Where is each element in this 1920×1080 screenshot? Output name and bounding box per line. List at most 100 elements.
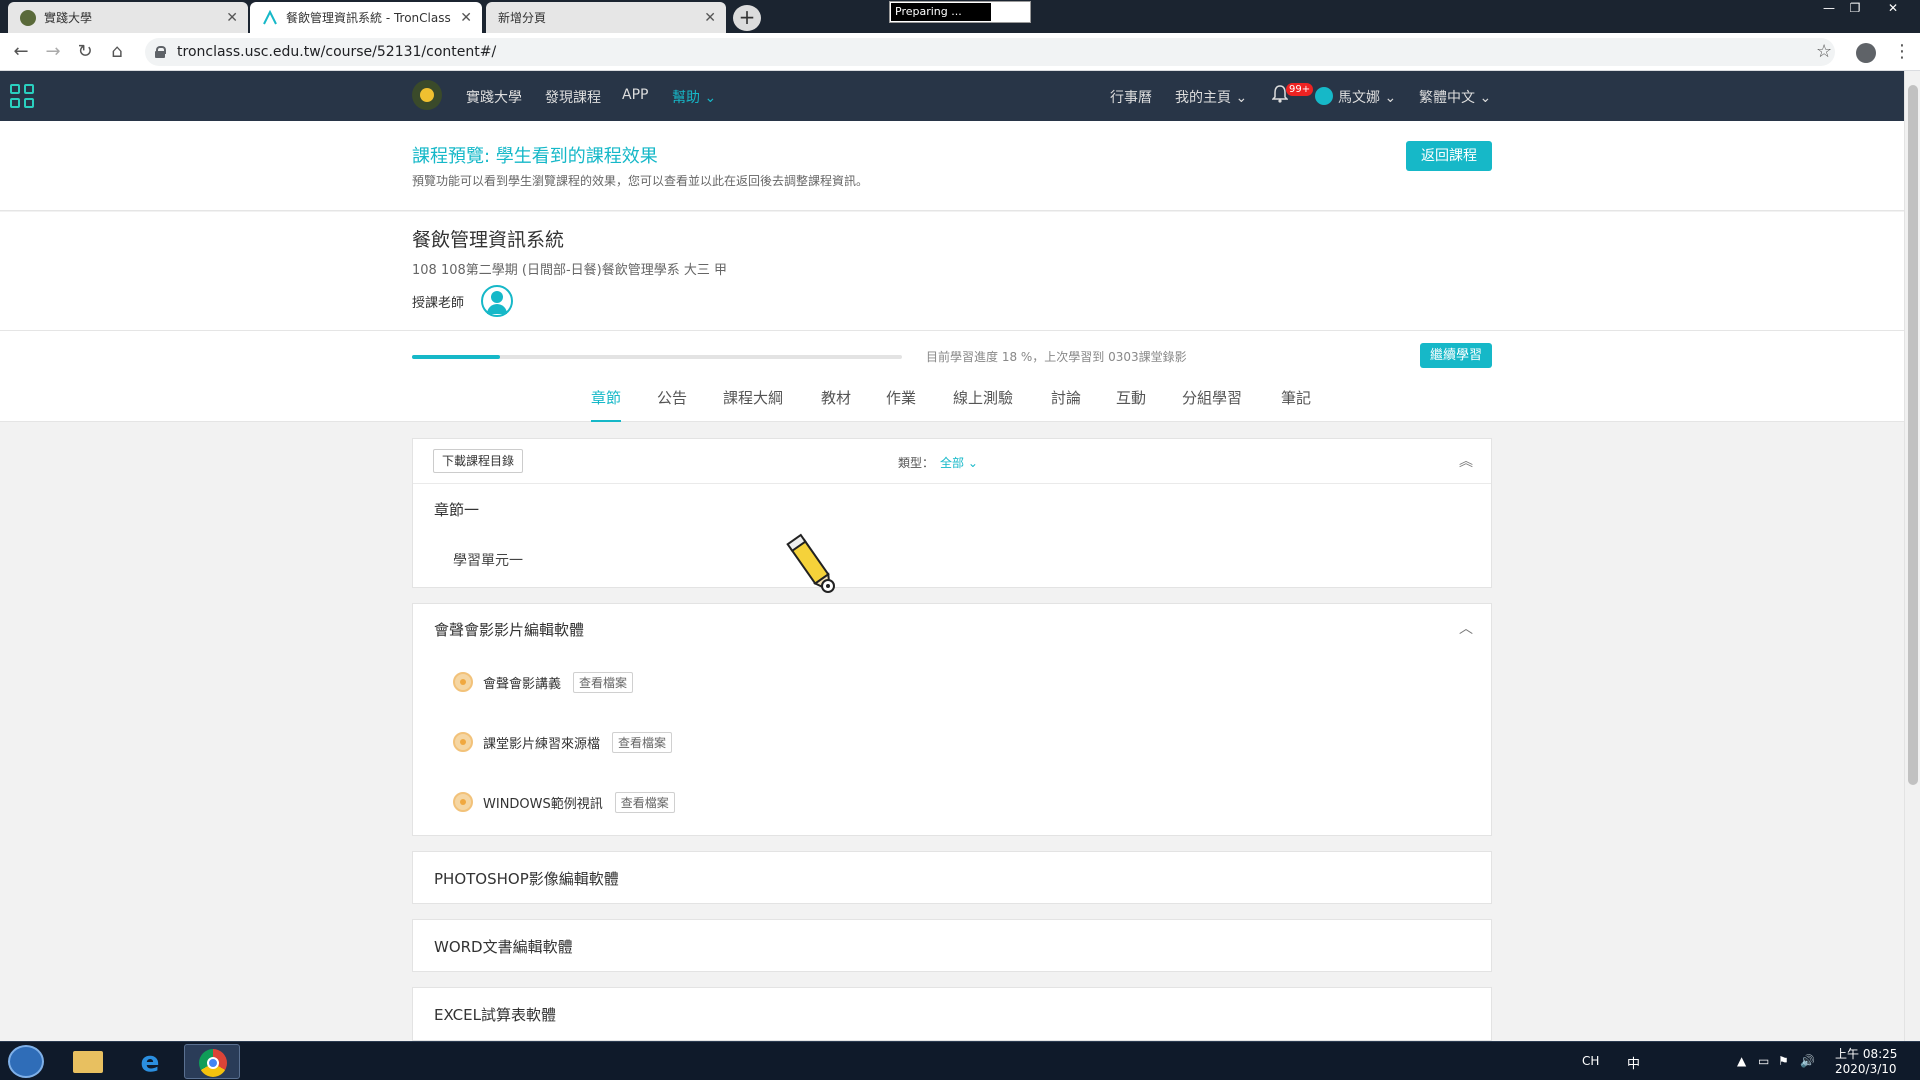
file-name[interactable]: WINDOWS範例視訊 [483, 793, 603, 812]
tab-syllabus[interactable]: 課程大綱 [723, 387, 783, 422]
back-arrow-icon[interactable]: ← [10, 41, 32, 63]
course-tabs: 章節 公告 課程大綱 教材 作業 線上測驗 討論 互動 分組學習 筆記 [0, 387, 1904, 422]
profile-icon[interactable] [1856, 43, 1876, 63]
view-file-button[interactable]: 查看檔案 [614, 791, 675, 813]
preview-description: 預覽功能可以看到學生瀏覽課程的效果，您可以查看並以此在返回後去調整課程資訊。 [412, 174, 869, 188]
volume-icon[interactable]: 🔊 [1800, 1054, 1815, 1068]
unit-title[interactable]: 學習單元一 [453, 550, 523, 570]
forward-arrow-icon[interactable]: → [42, 41, 64, 63]
tab-announcements[interactable]: 公告 [657, 387, 687, 422]
help-label: 幫助 [672, 90, 700, 106]
chapter-title[interactable]: 章節一 [434, 499, 479, 520]
reload-icon[interactable]: ↻ [74, 41, 96, 63]
tab-discussion[interactable]: 討論 [1051, 387, 1081, 422]
file-item[interactable]: 會聲會影講義 查看檔案 [453, 670, 634, 694]
network-icon[interactable]: ▭ [1758, 1054, 1769, 1068]
nav-link-discover[interactable]: 發現課程 [545, 87, 601, 107]
close-icon[interactable]: ✕ [704, 10, 716, 26]
input-lang[interactable]: CH [1582, 1054, 1599, 1068]
teacher-avatar[interactable] [481, 285, 513, 317]
pencil-cursor-icon [786, 533, 835, 593]
chevron-down-icon: ⌄ [1235, 90, 1248, 106]
chapter-panel-4[interactable]: WORD文書編輯軟體 [412, 919, 1492, 972]
nav-language-menu[interactable]: 繁體中文 ⌄ [1419, 87, 1491, 107]
address-bar-row: ← → ↻ ⌂ tronclass.usc.edu.tw/course/5213… [0, 33, 1920, 71]
chapter-panel-2: 會聲會影影片編輯軟體 ︿ 會聲會影講義 查看檔案 課堂影片練習來源檔 查看檔案 … [412, 603, 1492, 836]
chrome-icon[interactable] [184, 1044, 240, 1079]
nav-link-app[interactable]: APP [622, 87, 648, 103]
browser-tab-tronclass[interactable]: 餐飲管理資訊系統 - TronClass ✕ [250, 2, 482, 33]
teacher-label: 授課老師 [412, 296, 465, 311]
file-name[interactable]: 課堂影片練習來源檔 [483, 733, 600, 752]
browser-tab-title: 實踐大學 [44, 11, 93, 25]
chapter-title[interactable]: EXCEL試算表軟體 [434, 1004, 556, 1025]
chapter-panel-5[interactable]: EXCEL試算表軟體 [412, 987, 1492, 1041]
clock-date[interactable]: 2020/3/10 [1835, 1062, 1897, 1076]
nav-link-calendar[interactable]: 行事曆 [1110, 87, 1152, 107]
minimize-icon[interactable]: — [1816, 0, 1842, 18]
user-avatar[interactable] [1315, 87, 1333, 105]
download-catalog-button[interactable]: 下載課程目錄 [433, 449, 524, 473]
tab-group-learning[interactable]: 分組學習 [1182, 387, 1242, 422]
filter-select[interactable]: 全部 ⌄ [940, 454, 978, 471]
chevron-up-icon[interactable]: ︿ [1459, 618, 1473, 638]
file-icon [453, 732, 473, 752]
browser-tab-newtab[interactable]: 新增分頁 ✕ [486, 2, 726, 33]
url-field[interactable]: tronclass.usc.edu.tw/course/52131/conten… [145, 38, 1835, 66]
clock-time[interactable]: 上午 08:25 [1835, 1045, 1897, 1062]
file-explorer-icon[interactable] [60, 1044, 116, 1079]
file-item[interactable]: WINDOWS範例視訊 查看檔案 [453, 790, 675, 814]
course-header: 餐飲管理資訊系統 108 108第二學期 (日間部-日餐)餐飲管理學系 大三 甲… [0, 212, 1904, 422]
chapter-title[interactable]: 會聲會影影片編輯軟體 [434, 619, 584, 640]
usc-favicon-icon [20, 9, 36, 26]
lock-icon [155, 46, 166, 58]
nav-link-usc[interactable]: 實踐大學 [466, 87, 522, 107]
ime-mode[interactable]: 中 [1627, 1053, 1640, 1072]
home-icon[interactable]: ⌂ [106, 41, 128, 63]
collapse-all-icon[interactable]: ︽ [1459, 451, 1473, 471]
chapter-title[interactable]: WORD文書編輯軟體 [434, 936, 573, 957]
nav-link-my-home[interactable]: 我的主頁 ⌄ [1175, 87, 1247, 107]
browser-tab-usc[interactable]: 實踐大學 ✕ [8, 2, 248, 33]
close-icon[interactable]: ✕ [226, 10, 238, 26]
chevron-down-icon: ⌄ [704, 90, 717, 106]
chapter-panel-1: 下載課程目錄 類型： 全部 ⌄ ︽ 章節一 學習單元一 [412, 438, 1492, 588]
tab-homework[interactable]: 作業 [886, 387, 916, 422]
close-icon[interactable]: ✕ [460, 10, 472, 26]
view-file-button[interactable]: 查看檔案 [573, 671, 634, 693]
view-file-button[interactable]: 查看檔案 [612, 731, 673, 753]
tray-expand-icon[interactable]: ▲ [1737, 1054, 1746, 1068]
university-logo[interactable] [412, 80, 442, 110]
back-to-course-button[interactable]: 返回課程 [1406, 141, 1492, 171]
chapter-panel-3[interactable]: PHOTOSHOP影像編輯軟體 [412, 851, 1492, 904]
menu-dots-icon[interactable]: ⋮ [1893, 41, 1911, 62]
internet-explorer-icon[interactable]: e [122, 1044, 178, 1079]
star-icon[interactable]: ☆ [1816, 41, 1832, 62]
nav-link-help[interactable]: 幫助 ⌄ [672, 87, 716, 107]
windows-start-icon[interactable] [8, 1045, 44, 1078]
browser-tab-title: 餐飲管理資訊系統 - TronClass [286, 11, 451, 25]
browser-tab-title: 新增分頁 [498, 11, 547, 25]
restore-icon[interactable]: ❐ [1842, 0, 1868, 18]
tab-interaction[interactable]: 互動 [1116, 387, 1146, 422]
tab-notes[interactable]: 筆記 [1281, 387, 1311, 422]
site-nav: 實踐大學 發現課程 APP 幫助 ⌄ 行事曆 我的主頁 ⌄ 99+ 馬文娜 ⌄ … [0, 71, 1904, 121]
scroll-thumb[interactable] [1908, 85, 1918, 785]
file-name[interactable]: 會聲會影講義 [483, 673, 561, 692]
apps-grid-icon[interactable] [10, 84, 36, 110]
chapter-title[interactable]: PHOTOSHOP影像編輯軟體 [434, 868, 619, 889]
tab-materials[interactable]: 教材 [821, 387, 851, 422]
file-icon [453, 792, 473, 812]
file-item[interactable]: 課堂影片練習來源檔 查看檔案 [453, 730, 673, 754]
window-close-icon[interactable]: ✕ [1880, 0, 1906, 18]
new-tab-button[interactable]: + [733, 5, 761, 31]
tab-chapters[interactable]: 章節 [591, 387, 622, 422]
tab-online-quiz[interactable]: 線上測驗 [953, 387, 1013, 422]
nav-user-menu[interactable]: 馬文娜 ⌄ [1338, 87, 1396, 107]
progress-fill [412, 355, 501, 359]
continue-learning-button[interactable]: 繼續學習 [1420, 343, 1492, 368]
course-title: 餐飲管理資訊系統 [412, 229, 565, 251]
page-scrollbar[interactable] [1904, 71, 1920, 1041]
flag-icon[interactable]: ⚑ [1778, 1054, 1789, 1068]
browser-tab-bar: 實踐大學 ✕ 餐飲管理資訊系統 - TronClass ✕ 新增分頁 ✕ + P… [0, 0, 1920, 33]
